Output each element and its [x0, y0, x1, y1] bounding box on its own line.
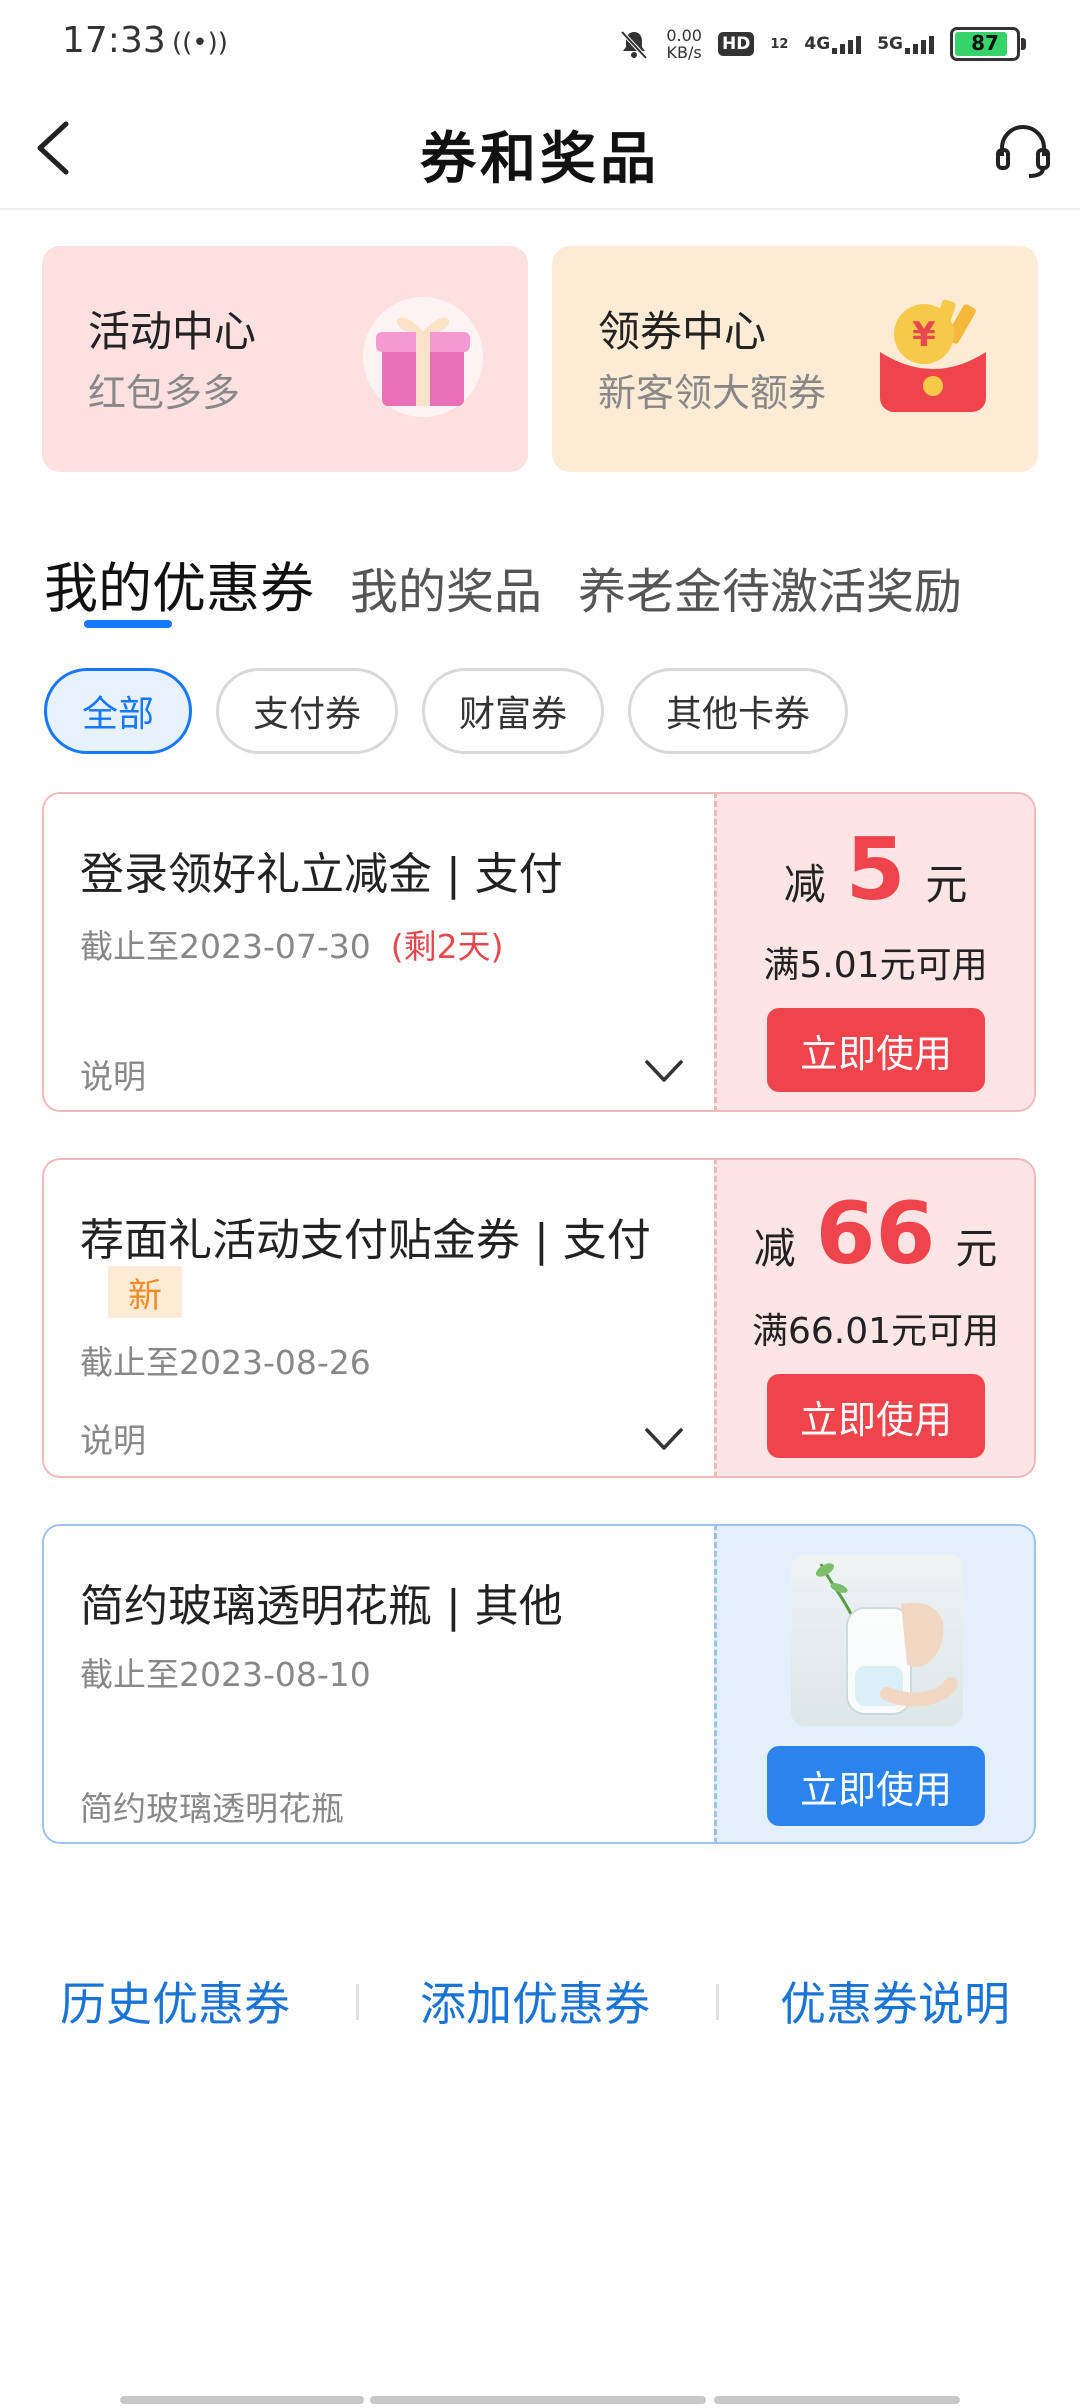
add-coupon-link[interactable]: 添加优惠券 [420, 1968, 650, 2034]
coupon-expiry: 截止至2023-08-10 [80, 1648, 371, 1696]
coupon-card[interactable]: 登录领好礼立减金 | 支付 截止至2023-07-30 (剩2天) 说明 减5元 … [42, 792, 1036, 1112]
coupon-desc-label: 说明 [80, 1421, 146, 1460]
amount-prefix: 减 [783, 860, 826, 909]
svg-text:¥: ¥ [912, 315, 936, 355]
coupon-expiry: 截止至2023-07-30 (剩2天) [80, 920, 504, 968]
coupon-title: 简约玻璃透明花瓶 | 其他 [80, 1581, 563, 1632]
chevron-down-icon[interactable] [644, 1426, 684, 1452]
amount-prefix: 减 [753, 1224, 796, 1273]
coupon-center-card[interactable]: 领券中心 新客领大额券 ¥ [552, 246, 1038, 472]
status-icons: 0.00 KB/s HD 12 4G 5G 87 [618, 22, 1026, 66]
activity-center-title: 活动中心 [88, 307, 257, 356]
coupon-expiry-date: 截止至2023-08-10 [80, 1655, 371, 1694]
sim-label: 12 [770, 36, 789, 52]
coupon-info: 荐面礼活动支付贴金券 | 支付 新 截止至2023-08-26 说明 [42, 1158, 714, 1478]
coupon-info: 登录领好礼立减金 | 支付 截止至2023-07-30 (剩2天) 说明 [42, 792, 714, 1112]
amount-value: 66 [815, 1184, 936, 1284]
coupon-expiry-date: 截止至2023-08-26 [80, 1343, 371, 1382]
vase-icon [815, 1563, 958, 1715]
hd-badge: HD [717, 32, 755, 56]
activity-center-subtitle: 红包多多 [88, 371, 241, 415]
network-5g-label: 5G [877, 34, 903, 54]
gift-icon [363, 297, 483, 417]
coupon-title: 登录领好礼立减金 | 支付 [80, 849, 563, 900]
new-badge: 新 [108, 1266, 182, 1318]
coupon-condition: 满66.01元可用 [751, 1311, 1000, 1352]
coupon-title: 荐面礼活动支付贴金券 | 支付 [80, 1215, 651, 1266]
tab-indicator [84, 620, 172, 628]
footer-divider [716, 1984, 719, 2020]
chevron-down-icon[interactable] [644, 1058, 684, 1084]
gesture-bar [120, 2396, 364, 2404]
coupon-amount: 减 66 元 [717, 1184, 1034, 1284]
speed-unit: KB/s [666, 43, 702, 62]
hotspot-icon: ((•)) [172, 28, 228, 58]
amount-suffix: 元 [955, 1224, 998, 1273]
coupon-condition: 满5.01元可用 [763, 945, 988, 986]
amount-value: 5 [845, 820, 906, 920]
coupon-value-panel: 减5元 满5.01元可用 立即使用 [714, 792, 1036, 1112]
tab-pension-rewards[interactable]: 养老金待激活奖励 [578, 552, 962, 622]
coupon-card[interactable]: 荐面礼活动支付贴金券 | 支付 新 截止至2023-08-26 说明 减 66 元 … [42, 1158, 1036, 1478]
red-envelope-icon: ¥ [880, 299, 986, 412]
coupon-value-panel: 减 66 元 满66.01元可用 立即使用 [714, 1158, 1036, 1478]
use-now-button[interactable]: 立即使用 [767, 1008, 985, 1092]
mute-bell-icon [620, 30, 648, 60]
coupon-center-title: 领券中心 [598, 307, 767, 356]
headset-icon[interactable] [992, 120, 1054, 182]
coupon-card[interactable]: 简约玻璃透明花瓶 | 其他 截止至2023-08-10 简约玻璃透明花瓶 立即使… [42, 1524, 1036, 1844]
gesture-bar [370, 2396, 706, 2404]
network-5g: 5G [877, 34, 934, 54]
coupon-desc-label: 说明 [80, 1057, 146, 1096]
coupon-info-link[interactable]: 优惠券说明 [780, 1968, 1010, 2034]
filter-payment[interactable]: 支付券 [216, 668, 398, 754]
history-coupons-link[interactable]: 历史优惠券 [60, 1968, 290, 2034]
battery-icon: 87 [950, 27, 1026, 61]
gesture-bar [714, 2396, 960, 2404]
use-now-button[interactable]: 立即使用 [767, 1374, 985, 1458]
network-4g: 4G [804, 34, 862, 54]
coupon-desc-label: 简约玻璃透明花瓶 [80, 1789, 344, 1828]
amount-suffix: 元 [925, 860, 968, 909]
use-now-button[interactable]: 立即使用 [767, 1746, 985, 1826]
network-speed: 0.00 KB/s [666, 27, 702, 61]
coupon-center-subtitle: 新客领大额券 [598, 371, 827, 415]
coupon-amount: 减5元 [717, 820, 1034, 920]
battery-level: 87 [971, 31, 999, 55]
filter-wealth[interactable]: 财富券 [422, 668, 604, 754]
page-title: 券和奖品 [420, 127, 660, 192]
vase-product-image [791, 1554, 963, 1726]
nav-header: 券和奖品 [0, 86, 1080, 210]
signal-bars-icon [832, 34, 862, 54]
activity-center-card[interactable]: 活动中心 红包多多 [42, 246, 528, 472]
network-4g-label: 4G [804, 34, 831, 54]
filter-all[interactable]: 全部 [44, 668, 192, 754]
coupon-expiry: 截止至2023-08-26 [80, 1336, 371, 1384]
signal-bars-icon [905, 34, 934, 54]
coupon-info: 简约玻璃透明花瓶 | 其他 截止至2023-08-10 简约玻璃透明花瓶 [42, 1524, 714, 1844]
coupon-expiry-date: 截止至2023-07-30 [80, 927, 371, 966]
status-time: 17:33 [62, 20, 166, 61]
tab-my-coupons[interactable]: 我的优惠券 [44, 544, 314, 623]
speed-value: 0.00 [666, 26, 702, 45]
filter-other[interactable]: 其他卡券 [628, 668, 848, 754]
status-bar: 17:33 ((•)) 0.00 KB/s HD 12 4G 5G 87 [0, 0, 1080, 86]
footer-divider [356, 1984, 359, 2020]
tab-my-prizes[interactable]: 我的奖品 [350, 552, 542, 622]
coupon-remaining: (剩2天) [390, 927, 504, 966]
coupon-value-panel: 立即使用 [714, 1524, 1036, 1844]
